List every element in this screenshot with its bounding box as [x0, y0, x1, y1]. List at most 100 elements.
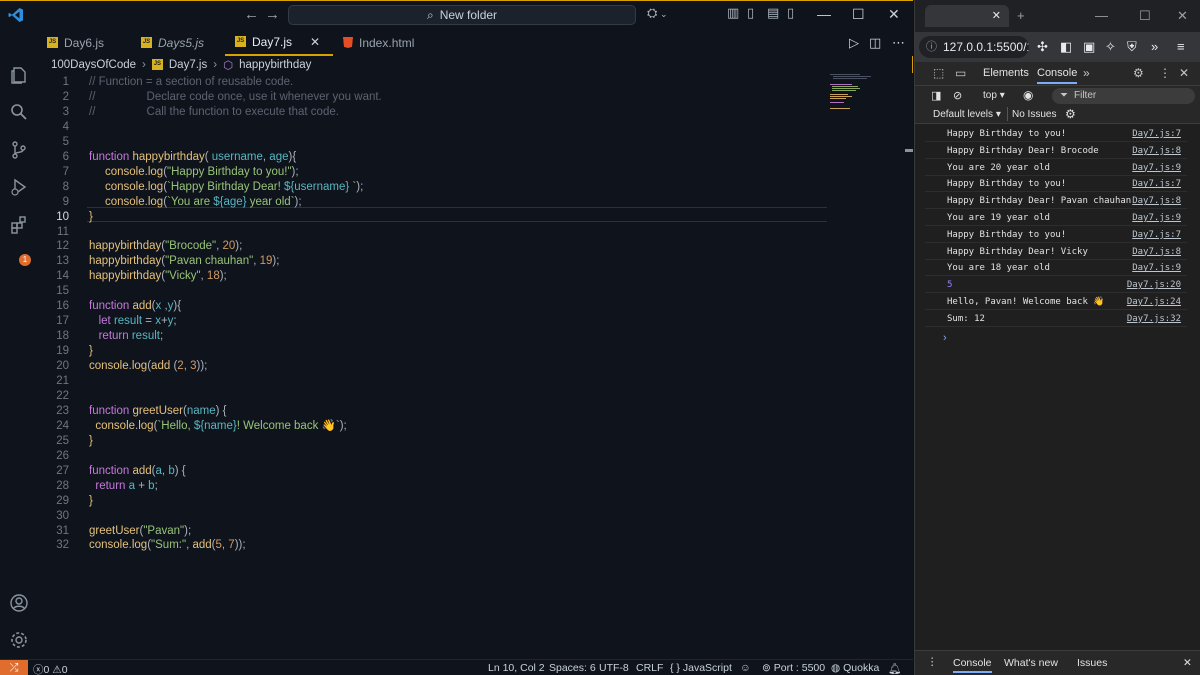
account-icon[interactable] [9, 593, 29, 613]
source-link[interactable]: Day7.js:8 [1132, 244, 1181, 260]
notifications-bell-icon[interactable]: 🔔︎ [888, 662, 901, 675]
console-message[interactable]: Happy Birthday to you! Day7.js:7 [925, 126, 1187, 142]
wallet-icon[interactable]: ▣ [1083, 39, 1095, 55]
maximize-icon[interactable]: ☐ [1139, 8, 1151, 24]
quokka-status[interactable]: ◍ Quokka [831, 662, 879, 674]
code-line[interactable]: 16 function add(x ,y){ [37, 299, 837, 314]
layout-secondary-icon[interactable]: ▯ [787, 5, 794, 21]
breadcrumb-file[interactable]: Day7.js [169, 59, 207, 71]
run-debug-icon[interactable] [9, 177, 29, 197]
code-line[interactable]: 30 [37, 509, 837, 524]
console-message[interactable]: Hello, Pavan! Welcome back 👋 Day7.js:24 [925, 294, 1187, 310]
source-link[interactable]: Day7.js:7 [1132, 227, 1181, 243]
menu-icon[interactable]: ≡ [1177, 39, 1185, 54]
live-expression-eye-icon[interactable]: ◉ [1023, 88, 1033, 102]
code-line[interactable]: 27 function add(a, b) { [37, 464, 837, 479]
console-prompt-icon[interactable]: › [943, 332, 947, 344]
code-line[interactable]: 1 // Function = a section of reusable cod… [37, 75, 837, 90]
overflow-chevron-icon[interactable]: » [1151, 39, 1158, 54]
remote-indicator-icon[interactable]: ⤮ [0, 660, 28, 675]
tab-days5[interactable]: JS Days5.js [131, 29, 225, 56]
source-link[interactable]: Day7.js:8 [1132, 193, 1181, 209]
minimize-icon[interactable]: — [817, 6, 831, 22]
split-editor-icon[interactable]: ◫ [869, 35, 881, 51]
console-message[interactable]: Happy Birthday to you! Day7.js:7 [925, 227, 1187, 243]
sidebar-icon[interactable]: ◧ [1060, 39, 1072, 55]
back-arrow-icon[interactable]: ← [244, 6, 259, 23]
more-tabs-icon[interactable]: » [1083, 66, 1090, 80]
source-link[interactable]: Day7.js:20 [1127, 277, 1181, 293]
new-tab-icon[interactable]: + [1017, 8, 1025, 23]
code-line[interactable]: 17 let result = x+y; [37, 314, 837, 329]
source-link[interactable]: Day7.js:32 [1127, 311, 1181, 327]
layout-sidebar-icon[interactable]: ▥ [727, 5, 739, 21]
code-line[interactable]: 19} [37, 344, 837, 359]
code-line[interactable]: 13 happybirthday("Pavan chauhan", 19); [37, 254, 837, 269]
console-message[interactable]: You are 18 year old Day7.js:9 [925, 260, 1187, 277]
minimap[interactable] [830, 73, 875, 113]
code-line[interactable]: 2 // Declare code once, use it whenever y… [37, 90, 837, 105]
tab-day7[interactable]: JS Day7.js ✕ [225, 29, 333, 56]
address-bar[interactable]: ⓘ 127.0.0.1:5500/10 [919, 36, 1029, 58]
code-line[interactable]: 26 [37, 449, 837, 464]
close-icon[interactable]: ✕ [1177, 8, 1188, 24]
log-levels-select[interactable]: Default levels ▾ [933, 109, 1001, 120]
language-mode[interactable]: { } JavaScript [670, 662, 732, 674]
console-message[interactable]: Sum: 12 Day7.js:32 [925, 311, 1187, 327]
run-icon[interactable]: ▷ [849, 35, 859, 51]
code-line[interactable]: 25} [37, 434, 837, 449]
code-line[interactable]: 3 // Call the function to execute that co… [37, 105, 837, 120]
maximize-icon[interactable]: ☐ [852, 6, 865, 23]
inspect-element-icon[interactable]: ⬚ [933, 66, 944, 80]
code-line[interactable]: 7 console.log("Happy Birthday to you!"); [37, 165, 837, 180]
copilot-status-icon[interactable]: ☺ [740, 662, 751, 674]
drawer-tab-issues[interactable]: Issues [1077, 657, 1107, 669]
cursor-position[interactable]: Ln 10, Col 2 [488, 662, 545, 674]
console-settings-icon[interactable]: ⚙ [1065, 107, 1076, 121]
tab-day6[interactable]: JS Day6.js [37, 29, 131, 56]
code-line[interactable]: 31 greetUser("Pavan"); [37, 524, 837, 539]
copilot-sparkle-icon[interactable]: ✧ [1105, 39, 1116, 55]
problems-indicator[interactable]: ⓧ0 ⚠0 [33, 662, 68, 675]
forward-arrow-icon[interactable]: → [265, 6, 280, 23]
more-options-icon[interactable]: ⋮ [1159, 66, 1171, 80]
console-message[interactable]: 5 Day7.js:20 [925, 277, 1187, 294]
code-line[interactable]: 4 [37, 120, 837, 135]
source-link[interactable]: Day7.js:8 [1132, 143, 1181, 159]
code-line[interactable]: 28 return a + b; [37, 479, 837, 494]
code-editor[interactable]: 1 // Function = a section of reusable cod… [37, 73, 913, 659]
code-line[interactable]: 22 [37, 389, 837, 404]
drawer-menu-icon[interactable]: ⋮ [927, 656, 938, 668]
console-message[interactable]: You are 20 year old Day7.js:9 [925, 160, 1187, 176]
indentation[interactable]: Spaces: 6 [549, 662, 596, 674]
code-line[interactable]: 24 console.log(`Hello, ${name}! Welcome … [37, 419, 837, 434]
code-line[interactable]: 15 [37, 284, 837, 299]
code-line[interactable]: 11 [37, 225, 837, 240]
tab-console[interactable]: Console [1037, 67, 1078, 84]
close-devtools-icon[interactable]: ✕ [1179, 66, 1189, 80]
clear-console-icon[interactable]: ⊘ [953, 89, 962, 102]
minimize-icon[interactable]: — [1095, 8, 1108, 23]
copilot-icon[interactable]: ⛭ [647, 5, 657, 21]
drawer-tab-whats-new[interactable]: What's new [1004, 657, 1058, 669]
code-line[interactable]: 9 console.log(`You are ${age} year old`)… [37, 195, 837, 210]
code-line[interactable]: 29} [37, 494, 837, 509]
settings-gear-icon[interactable] [9, 630, 29, 650]
code-line[interactable]: 6 function happybirthday( username, age){ [37, 150, 837, 165]
close-tab-icon[interactable]: ✕ [992, 9, 1001, 22]
search-icon[interactable] [9, 102, 29, 122]
devtools-settings-icon[interactable]: ⚙ [1133, 66, 1144, 80]
more-actions-icon[interactable]: ⋯ [892, 35, 905, 51]
source-link[interactable]: Day7.js:7 [1132, 126, 1181, 142]
line-ending[interactable]: CRLF [636, 662, 663, 674]
command-center-search[interactable]: ⌕ New folder [288, 5, 636, 25]
editor-scrollbar[interactable] [905, 73, 913, 659]
site-info-icon[interactable]: ⓘ [926, 36, 937, 58]
code-line[interactable]: 21 [37, 374, 837, 389]
source-control-icon[interactable] [9, 140, 29, 160]
source-link[interactable]: Day7.js:24 [1127, 294, 1181, 310]
console-message[interactable]: Happy Birthday Dear! Brocode Day7.js:8 [925, 143, 1187, 159]
extensions-icon[interactable] [9, 215, 29, 235]
code-line[interactable]: 10} [37, 210, 837, 225]
shield-icon[interactable]: ⛨ [1127, 39, 1137, 55]
